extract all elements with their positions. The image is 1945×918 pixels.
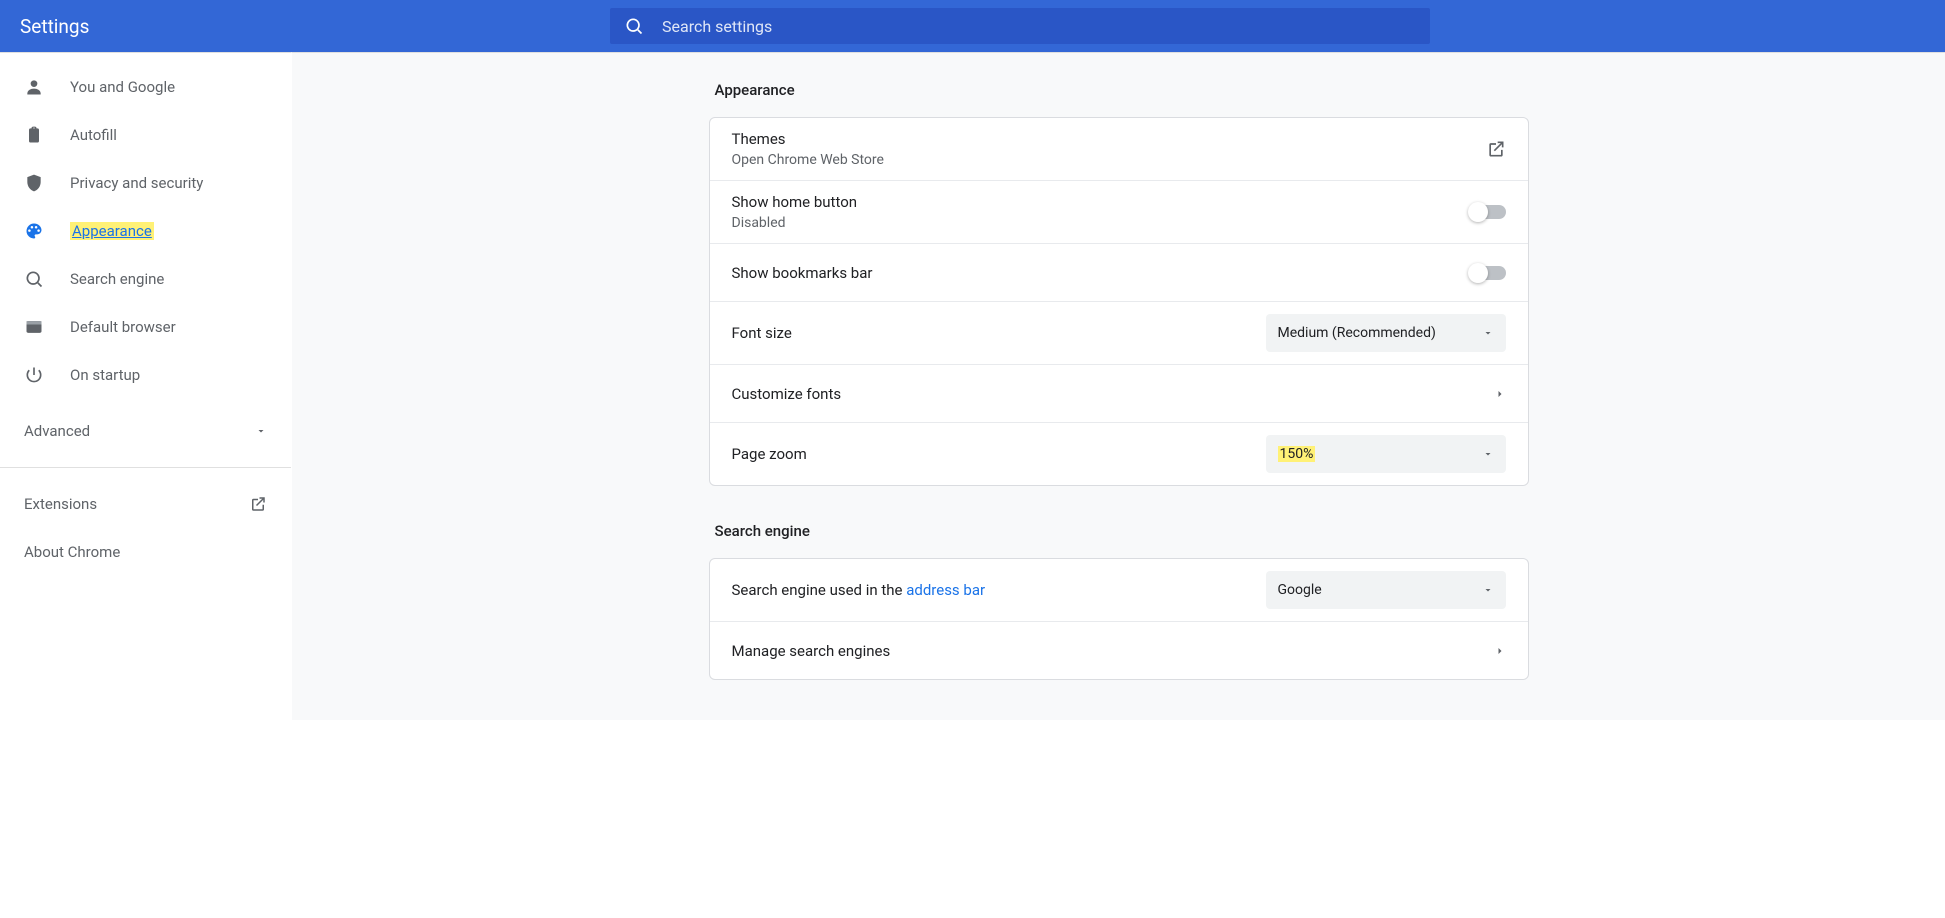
row-manage-search-engines[interactable]: Manage search engines [710, 621, 1528, 679]
sidebar-item-advanced[interactable]: Advanced [0, 407, 291, 455]
divider [0, 467, 291, 468]
sidebar-item-default-browser[interactable]: Default browser [0, 303, 291, 351]
select-value: Google [1278, 582, 1322, 598]
row-label-text: Search engine used in the [732, 581, 907, 599]
font-size-select[interactable]: Medium (Recommended) [1266, 314, 1506, 352]
sidebar-item-label: Advanced [24, 422, 90, 440]
address-bar-link[interactable]: address bar [906, 581, 985, 599]
row-customize-fonts[interactable]: Customize fonts [710, 364, 1528, 422]
row-font-size: Font size Medium (Recommended) [710, 301, 1528, 364]
row-sublabel: Disabled [732, 215, 858, 231]
search-field[interactable] [610, 8, 1430, 44]
search-engine-select[interactable]: Google [1266, 571, 1506, 609]
external-link-icon [249, 495, 267, 513]
sidebar-item-label: Appearance [70, 222, 154, 240]
search-icon [24, 269, 44, 289]
row-label: Show bookmarks bar [732, 264, 873, 282]
external-link-icon [1486, 139, 1506, 159]
page-zoom-select[interactable]: 150% [1266, 435, 1506, 473]
row-label: Search engine used in the address bar [732, 581, 986, 599]
sidebar-item-search-engine[interactable]: Search engine [0, 255, 291, 303]
select-value: Medium (Recommended) [1278, 325, 1436, 341]
sidebar-item-label: Search engine [70, 270, 164, 288]
main-content: Appearance Themes Open Chrome Web Store … [292, 52, 1945, 720]
header: Settings [0, 0, 1945, 52]
row-themes[interactable]: Themes Open Chrome Web Store [710, 118, 1528, 180]
bookmarks-bar-toggle[interactable] [1470, 266, 1506, 280]
sidebar-item-label: About Chrome [24, 543, 120, 561]
chevron-down-icon [1482, 448, 1494, 460]
row-label: Themes [732, 130, 884, 148]
chevron-down-icon [255, 425, 267, 437]
sidebar-item-label: Privacy and security [70, 174, 203, 192]
sidebar-item-privacy[interactable]: Privacy and security [0, 159, 291, 207]
row-page-zoom: Page zoom 150% [710, 422, 1528, 485]
palette-icon [24, 221, 44, 241]
search-icon [624, 16, 644, 36]
row-label: Show home button [732, 193, 858, 211]
chevron-right-icon [1494, 388, 1506, 400]
browser-icon [24, 317, 44, 337]
appearance-card: Themes Open Chrome Web Store Show home b… [709, 117, 1529, 486]
sidebar-item-label: Extensions [24, 495, 97, 513]
clipboard-icon [24, 125, 44, 145]
sidebar-item-label: Default browser [70, 318, 176, 336]
sidebar-item-appearance[interactable]: Appearance [0, 207, 291, 255]
row-label: Font size [732, 324, 792, 342]
section-title-appearance: Appearance [715, 81, 1529, 99]
sidebar-item-extensions[interactable]: Extensions [0, 480, 291, 528]
section-title-search-engine: Search engine [715, 522, 1529, 540]
row-label: Page zoom [732, 445, 807, 463]
person-icon [24, 77, 44, 97]
row-label: Manage search engines [732, 642, 891, 660]
sidebar-item-label: You and Google [70, 78, 175, 96]
row-home-button: Show home button Disabled [710, 180, 1528, 243]
sidebar-item-you-and-google[interactable]: You and Google [0, 63, 291, 111]
row-label: Customize fonts [732, 385, 842, 403]
chevron-down-icon [1482, 327, 1494, 339]
page-title: Settings [20, 15, 610, 38]
search-input[interactable] [662, 17, 1416, 36]
chevron-right-icon [1494, 645, 1506, 657]
row-search-engine-used: Search engine used in the address bar Go… [710, 559, 1528, 621]
sidebar-item-about[interactable]: About Chrome [0, 528, 291, 576]
home-button-toggle[interactable] [1470, 205, 1506, 219]
sidebar-item-autofill[interactable]: Autofill [0, 111, 291, 159]
shield-icon [24, 173, 44, 193]
select-value: 150% [1278, 446, 1316, 462]
row-sublabel: Open Chrome Web Store [732, 152, 884, 168]
row-bookmarks-bar: Show bookmarks bar [710, 243, 1528, 301]
power-icon [24, 365, 44, 385]
sidebar: You and Google Autofill Privacy and secu… [0, 52, 292, 720]
sidebar-item-on-startup[interactable]: On startup [0, 351, 291, 399]
search-engine-card: Search engine used in the address bar Go… [709, 558, 1529, 680]
chevron-down-icon [1482, 584, 1494, 596]
sidebar-item-label: On startup [70, 366, 140, 384]
sidebar-item-label: Autofill [70, 126, 117, 144]
